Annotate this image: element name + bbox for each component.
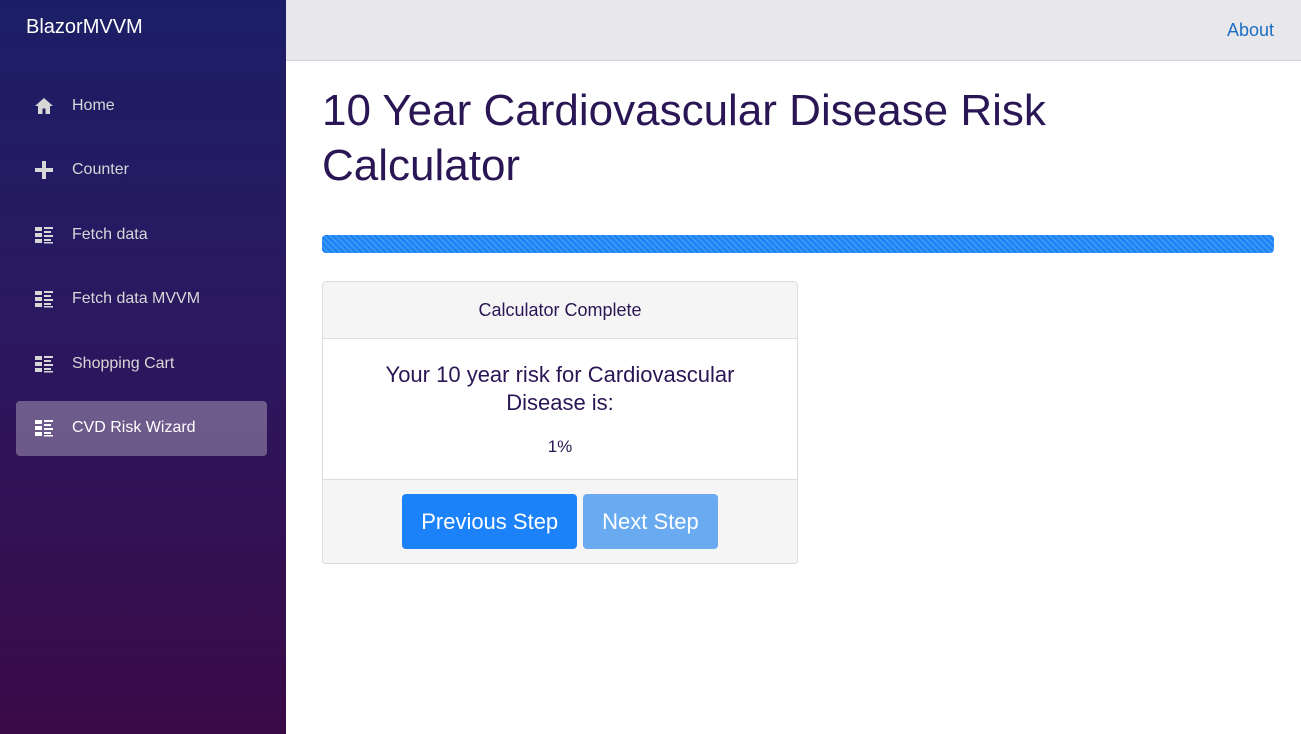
sidebar-item-counter[interactable]: Counter [16,143,267,198]
top-bar: About [286,0,1301,61]
sidebar: BlazorMVVM Home Counter Fetch data Fetch… [0,0,286,734]
sidebar-item-label: Counter [72,161,129,178]
sidebar-item-fetch-data-mvvm[interactable]: Fetch data MVVM [16,272,267,327]
app-root: BlazorMVVM Home Counter Fetch data Fetch… [0,0,1301,734]
wizard-card: Calculator Complete Your 10 year risk fo… [322,281,798,564]
previous-step-button[interactable]: Previous Step [402,494,578,549]
content: 10 Year Cardiovascular Disease Risk Calc… [286,83,1301,564]
sidebar-item-label: Shopping Cart [72,354,175,372]
list-icon [33,417,55,439]
sidebar-item-label: Fetch data [72,225,148,243]
main-area: About 10 Year Cardiovascular Disease Ris… [286,0,1301,734]
list-icon [33,353,55,375]
risk-value: 1% [547,437,573,456]
sidebar-item-label: Fetch data MVVM [72,290,201,307]
sidebar-item-label: CVD Risk Wizard [72,419,196,436]
sidebar-item-home[interactable]: Home [16,78,267,133]
progress-fill [322,235,1274,253]
card-footer: Previous Step Next Step [323,480,797,563]
card-header: Calculator Complete [323,282,797,339]
progress-bar [322,235,1274,253]
page-title: 10 Year Cardiovascular Disease Risk Calc… [322,86,1046,190]
brand-title[interactable]: BlazorMVVM [26,16,143,39]
next-step-button[interactable]: Next Step [583,494,718,549]
sidebar-item-label: Home [72,96,115,114]
sidebar-item-cvd-risk-wizard[interactable]: CVD Risk Wizard [16,400,267,456]
nav-menu: Home Counter Fetch data Fetch data MVVM [16,78,267,465]
sidebar-item-shopping-cart[interactable]: Shopping Cart [16,336,267,391]
card-body: Your 10 year risk for Cardiovascular Dis… [323,339,797,480]
list-icon [33,224,55,246]
sidebar-item-fetch-data[interactable]: Fetch data [16,207,267,262]
plus-icon [33,159,55,181]
list-icon [33,288,55,310]
risk-heading: Your 10 year risk for Cardiovascular Dis… [385,362,735,415]
home-icon [33,95,55,117]
about-link[interactable]: About [1227,20,1274,41]
